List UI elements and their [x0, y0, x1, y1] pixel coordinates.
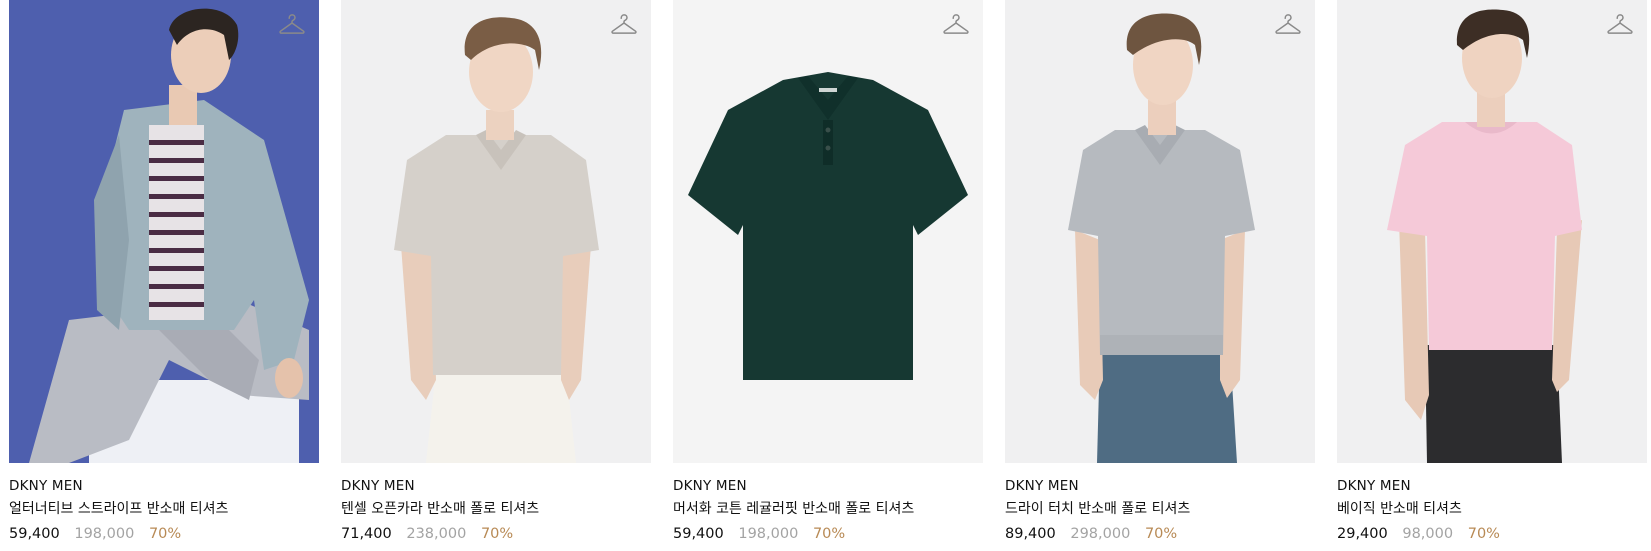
- product-photo-green-polo: [673, 0, 983, 463]
- product-grid: DKNY MEN 얼터너티브 스트라이프 반소매 티셔츠 59,400 198,…: [9, 0, 1647, 551]
- discount-rate: 70%: [1467, 526, 1500, 542]
- sale-price: 29,400: [1337, 526, 1388, 542]
- product-photo-grey-polo: [1005, 0, 1315, 463]
- product-image[interactable]: [673, 0, 983, 463]
- wishlist-hanger-icon[interactable]: [941, 10, 971, 40]
- product-photo-linen-shirt: [9, 0, 319, 463]
- discount-rate: 70%: [812, 526, 846, 542]
- wishlist-hanger-icon[interactable]: [1273, 10, 1303, 40]
- product-prices: 29,400 98,000 70%: [1337, 524, 1647, 544]
- product-prices: 89,400 298,000 70%: [1005, 524, 1315, 544]
- wishlist-hanger-icon[interactable]: [609, 10, 639, 40]
- original-price: 98,000: [1402, 526, 1454, 542]
- wishlist-hanger-icon[interactable]: [277, 10, 307, 40]
- product-prices: 59,400 198,000 70%: [9, 524, 319, 544]
- product-brand: DKNY MEN: [1337, 478, 1411, 494]
- product-brand: DKNY MEN: [341, 478, 415, 494]
- product-image[interactable]: [1337, 0, 1647, 463]
- product-card[interactable]: DKNY MEN 머서화 코튼 레귤러핏 반소매 폴로 티셔츠 59,400 1…: [673, 0, 983, 551]
- original-price: 298,000: [1070, 526, 1131, 542]
- discount-rate: 70%: [480, 526, 514, 542]
- product-prices: 71,400 238,000 70%: [341, 524, 651, 544]
- product-brand: DKNY MEN: [673, 478, 747, 494]
- original-price: 198,000: [74, 526, 135, 542]
- discount-rate: 70%: [148, 526, 182, 542]
- product-card[interactable]: DKNY MEN 텐셀 오픈카라 반소매 폴로 티셔츠 71,400 238,0…: [341, 0, 651, 551]
- original-price: 198,000: [738, 526, 799, 542]
- product-image[interactable]: [9, 0, 319, 463]
- sale-price: 89,400: [1005, 526, 1056, 542]
- product-brand: DKNY MEN: [1005, 478, 1079, 494]
- discount-rate: 70%: [1144, 526, 1178, 542]
- product-card[interactable]: DKNY MEN 베이직 반소매 티셔츠 29,400 98,000 70%: [1337, 0, 1647, 551]
- sale-price: 71,400: [341, 526, 392, 542]
- product-name[interactable]: 얼터너티브 스트라이프 반소매 티셔츠: [9, 500, 319, 519]
- sale-price: 59,400: [673, 526, 724, 542]
- product-name[interactable]: 머서화 코튼 레귤러핏 반소매 폴로 티셔츠: [673, 500, 983, 519]
- product-name[interactable]: 텐셀 오픈카라 반소매 폴로 티셔츠: [341, 500, 651, 519]
- product-card[interactable]: DKNY MEN 얼터너티브 스트라이프 반소매 티셔츠 59,400 198,…: [9, 0, 319, 551]
- wishlist-hanger-icon[interactable]: [1605, 10, 1635, 40]
- original-price: 238,000: [406, 526, 467, 542]
- product-name[interactable]: 베이직 반소매 티셔츠: [1337, 500, 1647, 519]
- product-brand: DKNY MEN: [9, 478, 83, 494]
- product-name[interactable]: 드라이 터치 반소매 폴로 티셔츠: [1005, 500, 1315, 519]
- product-image[interactable]: [1005, 0, 1315, 463]
- product-photo-beige-polo: [341, 0, 651, 463]
- product-prices: 59,400 198,000 70%: [673, 524, 983, 544]
- product-card[interactable]: DKNY MEN 드라이 터치 반소매 폴로 티셔츠 89,400 298,00…: [1005, 0, 1315, 551]
- product-photo-pink-tshirt: [1337, 0, 1647, 463]
- sale-price: 59,400: [9, 526, 60, 542]
- product-image[interactable]: [341, 0, 651, 463]
